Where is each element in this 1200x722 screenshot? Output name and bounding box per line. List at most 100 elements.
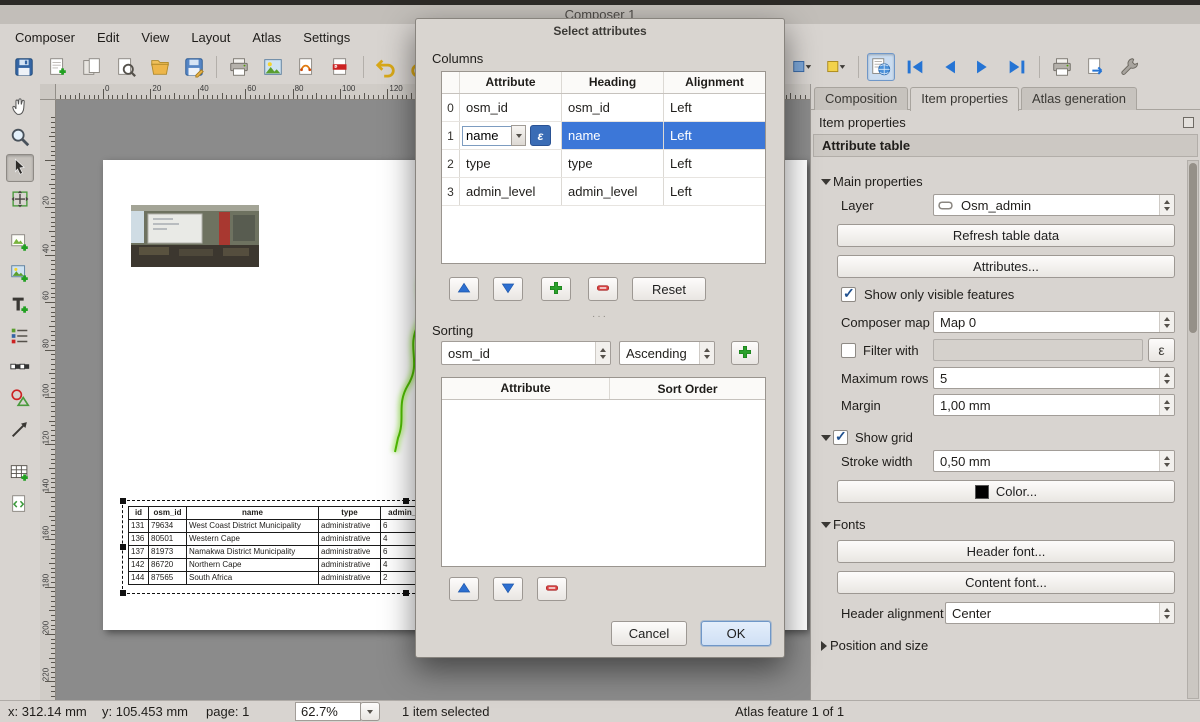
add-sort-button[interactable]	[731, 341, 759, 365]
zoom-dropdown-button[interactable]	[360, 702, 380, 721]
splitter-handle[interactable]: ···	[416, 311, 784, 322]
section-main-properties[interactable]: Main properties	[821, 174, 1179, 189]
resize-handle[interactable]	[120, 590, 126, 596]
heading-cell[interactable]: name	[562, 122, 664, 149]
resize-handle[interactable]	[403, 590, 409, 596]
layer-combobox[interactable]: Osm_admin	[933, 194, 1175, 216]
combo-spinner-icon[interactable]	[1159, 603, 1174, 623]
new-composition-button[interactable]	[44, 53, 72, 81]
combo-spinner-icon[interactable]	[1159, 195, 1174, 215]
filter-with-checkbox[interactable]	[841, 343, 856, 358]
spinner-icon[interactable]	[1159, 451, 1174, 471]
attribute-dropdown-button[interactable]	[511, 125, 526, 146]
move-item-content-button[interactable]	[6, 185, 34, 213]
print-button[interactable]	[225, 53, 253, 81]
heading-cell[interactable]: osm_id	[562, 94, 664, 121]
raise-items-button[interactable]	[788, 53, 816, 81]
alignment-cell[interactable]: Left	[664, 178, 765, 205]
sort-attribute-combobox[interactable]: osm_id	[441, 341, 611, 365]
attribute-cell[interactable]: type	[460, 150, 562, 177]
columns-table-row[interactable]: 2typetypeLeft	[442, 150, 765, 178]
resize-handle[interactable]	[120, 544, 126, 550]
menu-layout[interactable]: Layout	[180, 26, 241, 49]
alignment-cell[interactable]: Left	[664, 150, 765, 177]
attribute-cell[interactable]: ε	[460, 122, 562, 149]
spinner-icon[interactable]	[1159, 368, 1174, 388]
first-feature-button[interactable]	[901, 53, 929, 81]
resize-handle[interactable]	[120, 498, 126, 504]
section-fonts[interactable]: Fonts	[821, 517, 1179, 532]
show-only-visible-checkbox[interactable]	[841, 287, 856, 302]
export-atlas-button[interactable]	[1082, 53, 1110, 81]
image-item[interactable]	[131, 205, 259, 267]
save-as-template-button[interactable]	[180, 53, 208, 81]
combo-spinner-icon[interactable]	[595, 342, 610, 364]
menu-settings[interactable]: Settings	[292, 26, 361, 49]
menu-composer[interactable]: Composer	[4, 26, 86, 49]
add-column-button[interactable]	[541, 277, 571, 301]
scrollbar-thumb[interactable]	[1189, 163, 1197, 333]
header-alignment-combobox[interactable]: Center	[945, 602, 1175, 624]
columns-table-row[interactable]: 0osm_idosm_idLeft	[442, 94, 765, 122]
expression-button[interactable]: ε	[530, 125, 551, 146]
move-sort-down-button[interactable]	[493, 577, 523, 601]
columns-table[interactable]: Attribute Heading Alignment 0osm_idosm_i…	[441, 71, 766, 264]
menu-view[interactable]: View	[130, 26, 180, 49]
content-font-button[interactable]: Content font...	[837, 571, 1175, 594]
pan-button[interactable]	[6, 92, 34, 120]
add-shape-button[interactable]	[6, 384, 34, 412]
move-column-down-button[interactable]	[493, 277, 523, 301]
previous-feature-button[interactable]	[935, 53, 963, 81]
spinner-icon[interactable]	[1159, 395, 1174, 415]
remove-sort-button[interactable]	[537, 577, 567, 601]
attribute-edit-input[interactable]	[462, 126, 512, 146]
duplicate-composition-button[interactable]	[78, 53, 106, 81]
dock-close-icon[interactable]	[1183, 117, 1194, 128]
add-scalebar-button[interactable]	[6, 353, 34, 381]
combo-spinner-icon[interactable]	[1159, 312, 1174, 332]
combo-spinner-icon[interactable]	[699, 342, 714, 364]
alignment-cell[interactable]: Left	[664, 122, 765, 149]
tab-atlas-generation[interactable]: Atlas generation	[1021, 87, 1137, 110]
add-image-button[interactable]	[6, 260, 34, 288]
export-pdf-button[interactable]	[327, 53, 355, 81]
next-feature-button[interactable]	[969, 53, 997, 81]
heading-cell[interactable]: type	[562, 150, 664, 177]
tab-item-properties[interactable]: Item properties	[910, 87, 1019, 111]
zoom-button[interactable]	[6, 123, 34, 151]
columns-table-row[interactable]: 3admin_leveladmin_levelLeft	[442, 178, 765, 206]
move-column-up-button[interactable]	[449, 277, 479, 301]
heading-cell[interactable]: admin_level	[562, 178, 664, 205]
last-feature-button[interactable]	[1003, 53, 1031, 81]
atlas-preview-button[interactable]	[867, 53, 895, 81]
select-move-item-button[interactable]	[6, 154, 34, 182]
print-atlas-button[interactable]	[1048, 53, 1076, 81]
reset-button[interactable]: Reset	[632, 277, 706, 301]
zoom-combobox[interactable]: 62.7%	[295, 702, 361, 721]
refresh-table-data-button[interactable]: Refresh table data	[837, 224, 1175, 247]
section-show-grid[interactable]: Show grid	[821, 430, 1179, 445]
atlas-settings-button[interactable]	[1116, 53, 1144, 81]
open-composition-button[interactable]	[146, 53, 174, 81]
add-label-button[interactable]	[6, 291, 34, 319]
align-items-button[interactable]	[822, 53, 850, 81]
menu-atlas[interactable]: Atlas	[241, 26, 292, 49]
remove-column-button[interactable]	[588, 277, 618, 301]
sort-order-combobox[interactable]: Ascending	[619, 341, 715, 365]
margin-spinbox[interactable]: 1,00 mm	[933, 394, 1175, 416]
alignment-cell[interactable]: Left	[664, 94, 765, 121]
ok-button[interactable]: OK	[701, 621, 771, 646]
composer-map-combobox[interactable]: Map 0	[933, 311, 1175, 333]
header-font-button[interactable]: Header font...	[837, 540, 1175, 563]
sorting-table[interactable]: Attribute Sort Order	[441, 377, 766, 567]
add-html-button[interactable]	[6, 490, 34, 518]
move-sort-up-button[interactable]	[449, 577, 479, 601]
tab-composition[interactable]: Composition	[814, 87, 908, 110]
columns-table-row[interactable]: 1εnameLeft	[442, 122, 765, 150]
save-project-button[interactable]	[10, 53, 38, 81]
attributes-button[interactable]: Attributes...	[837, 255, 1175, 278]
add-arrow-button[interactable]	[6, 415, 34, 443]
resize-handle[interactable]	[403, 498, 409, 504]
attribute-cell[interactable]: osm_id	[460, 94, 562, 121]
cancel-button[interactable]: Cancel	[611, 621, 687, 646]
